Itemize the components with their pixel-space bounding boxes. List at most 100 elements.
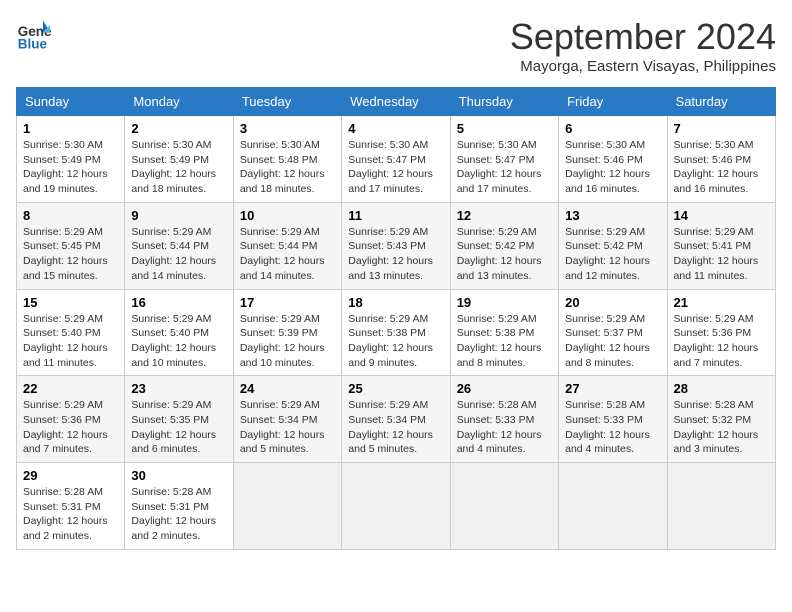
day-number: 28	[674, 381, 769, 396]
day-number: 26	[457, 381, 552, 396]
day-number: 16	[131, 295, 226, 310]
calendar-week-row: 8 Sunrise: 5:29 AMSunset: 5:45 PMDayligh…	[17, 202, 776, 289]
day-detail: Sunrise: 5:30 AMSunset: 5:49 PMDaylight:…	[131, 139, 216, 195]
table-row: 23 Sunrise: 5:29 AMSunset: 5:35 PMDaylig…	[125, 376, 233, 463]
header-saturday: Saturday	[667, 88, 775, 116]
day-detail: Sunrise: 5:29 AMSunset: 5:42 PMDaylight:…	[565, 226, 650, 282]
calendar-week-row: 29 Sunrise: 5:28 AMSunset: 5:31 PMDaylig…	[17, 463, 776, 550]
table-row: 10 Sunrise: 5:29 AMSunset: 5:44 PMDaylig…	[233, 202, 341, 289]
header-wednesday: Wednesday	[342, 88, 450, 116]
location-subtitle: Mayorga, Eastern Visayas, Philippines	[510, 58, 776, 75]
table-row: 9 Sunrise: 5:29 AMSunset: 5:44 PMDayligh…	[125, 202, 233, 289]
logo-icon: General Blue	[16, 16, 52, 52]
header-monday: Monday	[125, 88, 233, 116]
day-detail: Sunrise: 5:30 AMSunset: 5:47 PMDaylight:…	[348, 139, 433, 195]
day-number: 15	[23, 295, 118, 310]
table-row: 17 Sunrise: 5:29 AMSunset: 5:39 PMDaylig…	[233, 289, 341, 376]
day-detail: Sunrise: 5:29 AMSunset: 5:42 PMDaylight:…	[457, 226, 542, 282]
table-row: 26 Sunrise: 5:28 AMSunset: 5:33 PMDaylig…	[450, 376, 558, 463]
day-number: 11	[348, 208, 443, 223]
table-row: 7 Sunrise: 5:30 AMSunset: 5:46 PMDayligh…	[667, 116, 775, 203]
day-number: 25	[348, 381, 443, 396]
table-row: 28 Sunrise: 5:28 AMSunset: 5:32 PMDaylig…	[667, 376, 775, 463]
table-row	[559, 463, 667, 550]
day-number: 30	[131, 468, 226, 483]
table-row: 3 Sunrise: 5:30 AMSunset: 5:48 PMDayligh…	[233, 116, 341, 203]
table-row: 5 Sunrise: 5:30 AMSunset: 5:47 PMDayligh…	[450, 116, 558, 203]
table-row: 6 Sunrise: 5:30 AMSunset: 5:46 PMDayligh…	[559, 116, 667, 203]
day-detail: Sunrise: 5:29 AMSunset: 5:34 PMDaylight:…	[348, 399, 433, 455]
table-row: 2 Sunrise: 5:30 AMSunset: 5:49 PMDayligh…	[125, 116, 233, 203]
header-thursday: Thursday	[450, 88, 558, 116]
day-detail: Sunrise: 5:29 AMSunset: 5:35 PMDaylight:…	[131, 399, 216, 455]
month-year-title: September 2024	[510, 16, 776, 58]
day-detail: Sunrise: 5:30 AMSunset: 5:46 PMDaylight:…	[674, 139, 759, 195]
table-row: 18 Sunrise: 5:29 AMSunset: 5:38 PMDaylig…	[342, 289, 450, 376]
day-detail: Sunrise: 5:29 AMSunset: 5:40 PMDaylight:…	[131, 313, 216, 369]
day-detail: Sunrise: 5:30 AMSunset: 5:46 PMDaylight:…	[565, 139, 650, 195]
calendar-week-row: 1 Sunrise: 5:30 AMSunset: 5:49 PMDayligh…	[17, 116, 776, 203]
day-number: 22	[23, 381, 118, 396]
table-row: 19 Sunrise: 5:29 AMSunset: 5:38 PMDaylig…	[450, 289, 558, 376]
calendar-week-row: 22 Sunrise: 5:29 AMSunset: 5:36 PMDaylig…	[17, 376, 776, 463]
header-sunday: Sunday	[17, 88, 125, 116]
day-detail: Sunrise: 5:28 AMSunset: 5:31 PMDaylight:…	[23, 486, 108, 542]
day-number: 21	[674, 295, 769, 310]
day-detail: Sunrise: 5:29 AMSunset: 5:36 PMDaylight:…	[674, 313, 759, 369]
day-detail: Sunrise: 5:28 AMSunset: 5:32 PMDaylight:…	[674, 399, 759, 455]
table-row: 15 Sunrise: 5:29 AMSunset: 5:40 PMDaylig…	[17, 289, 125, 376]
day-detail: Sunrise: 5:30 AMSunset: 5:47 PMDaylight:…	[457, 139, 542, 195]
day-detail: Sunrise: 5:28 AMSunset: 5:33 PMDaylight:…	[457, 399, 542, 455]
table-row: 8 Sunrise: 5:29 AMSunset: 5:45 PMDayligh…	[17, 202, 125, 289]
day-number: 9	[131, 208, 226, 223]
day-number: 27	[565, 381, 660, 396]
day-detail: Sunrise: 5:29 AMSunset: 5:37 PMDaylight:…	[565, 313, 650, 369]
day-detail: Sunrise: 5:30 AMSunset: 5:48 PMDaylight:…	[240, 139, 325, 195]
day-detail: Sunrise: 5:29 AMSunset: 5:44 PMDaylight:…	[240, 226, 325, 282]
header-friday: Friday	[559, 88, 667, 116]
day-number: 12	[457, 208, 552, 223]
calendar-table: Sunday Monday Tuesday Wednesday Thursday…	[16, 87, 776, 550]
day-number: 13	[565, 208, 660, 223]
day-detail: Sunrise: 5:28 AMSunset: 5:33 PMDaylight:…	[565, 399, 650, 455]
day-number: 20	[565, 295, 660, 310]
day-detail: Sunrise: 5:29 AMSunset: 5:38 PMDaylight:…	[348, 313, 433, 369]
day-detail: Sunrise: 5:30 AMSunset: 5:49 PMDaylight:…	[23, 139, 108, 195]
table-row: 11 Sunrise: 5:29 AMSunset: 5:43 PMDaylig…	[342, 202, 450, 289]
table-row: 22 Sunrise: 5:29 AMSunset: 5:36 PMDaylig…	[17, 376, 125, 463]
title-area: September 2024 Mayorga, Eastern Visayas,…	[510, 16, 776, 75]
day-detail: Sunrise: 5:29 AMSunset: 5:38 PMDaylight:…	[457, 313, 542, 369]
table-row	[233, 463, 341, 550]
header-tuesday: Tuesday	[233, 88, 341, 116]
day-number: 18	[348, 295, 443, 310]
day-number: 10	[240, 208, 335, 223]
logo: General Blue	[16, 16, 52, 52]
day-detail: Sunrise: 5:29 AMSunset: 5:40 PMDaylight:…	[23, 313, 108, 369]
day-number: 5	[457, 121, 552, 136]
day-detail: Sunrise: 5:29 AMSunset: 5:45 PMDaylight:…	[23, 226, 108, 282]
day-number: 17	[240, 295, 335, 310]
table-row: 4 Sunrise: 5:30 AMSunset: 5:47 PMDayligh…	[342, 116, 450, 203]
day-detail: Sunrise: 5:29 AMSunset: 5:34 PMDaylight:…	[240, 399, 325, 455]
table-row	[342, 463, 450, 550]
day-number: 4	[348, 121, 443, 136]
day-number: 2	[131, 121, 226, 136]
table-row: 25 Sunrise: 5:29 AMSunset: 5:34 PMDaylig…	[342, 376, 450, 463]
table-row: 1 Sunrise: 5:30 AMSunset: 5:49 PMDayligh…	[17, 116, 125, 203]
table-row	[667, 463, 775, 550]
day-detail: Sunrise: 5:28 AMSunset: 5:31 PMDaylight:…	[131, 486, 216, 542]
calendar-header-row: Sunday Monday Tuesday Wednesday Thursday…	[17, 88, 776, 116]
svg-text:Blue: Blue	[18, 36, 48, 51]
day-detail: Sunrise: 5:29 AMSunset: 5:36 PMDaylight:…	[23, 399, 108, 455]
day-detail: Sunrise: 5:29 AMSunset: 5:41 PMDaylight:…	[674, 226, 759, 282]
calendar-week-row: 15 Sunrise: 5:29 AMSunset: 5:40 PMDaylig…	[17, 289, 776, 376]
page-header: General Blue September 2024 Mayorga, Eas…	[16, 16, 776, 75]
day-number: 1	[23, 121, 118, 136]
day-number: 19	[457, 295, 552, 310]
table-row: 29 Sunrise: 5:28 AMSunset: 5:31 PMDaylig…	[17, 463, 125, 550]
day-detail: Sunrise: 5:29 AMSunset: 5:44 PMDaylight:…	[131, 226, 216, 282]
table-row: 14 Sunrise: 5:29 AMSunset: 5:41 PMDaylig…	[667, 202, 775, 289]
day-number: 23	[131, 381, 226, 396]
table-row: 30 Sunrise: 5:28 AMSunset: 5:31 PMDaylig…	[125, 463, 233, 550]
table-row: 12 Sunrise: 5:29 AMSunset: 5:42 PMDaylig…	[450, 202, 558, 289]
